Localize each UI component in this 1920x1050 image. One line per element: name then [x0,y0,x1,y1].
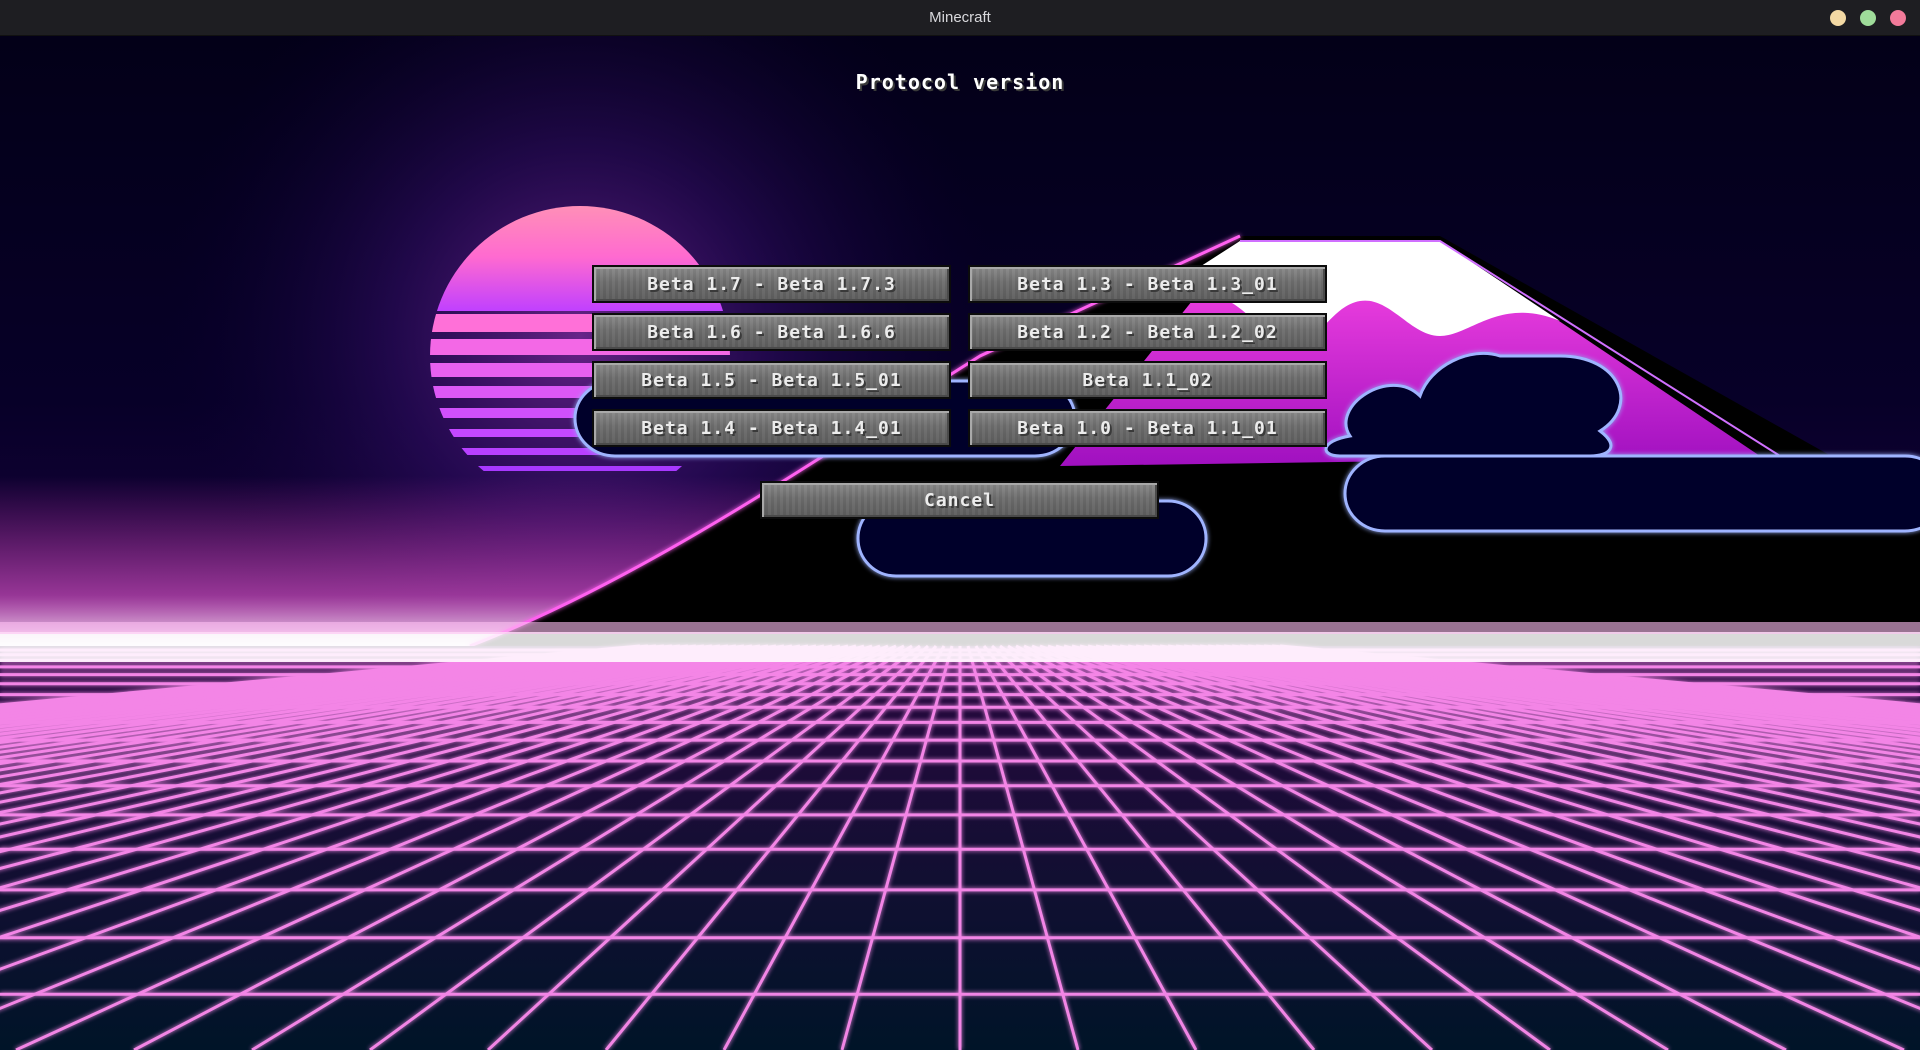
window-controls [1830,10,1906,26]
version-button-beta-1-3[interactable]: Beta 1.3 - Beta 1.3_01 [968,265,1327,303]
synthwave-background [0,36,1920,1050]
version-button-beta-1-4[interactable]: Beta 1.4 - Beta 1.4_01 [592,409,951,447]
window-titlebar[interactable]: Minecraft [0,0,1920,36]
close-button[interactable] [1890,10,1906,26]
minecraft-window: Minecraft Protocol version Beta 1.7 - Be… [0,0,1920,1050]
version-button-beta-1-2[interactable]: Beta 1.2 - Beta 1.2_02 [968,313,1327,351]
version-button-beta-1-0[interactable]: Beta 1.0 - Beta 1.1_01 [968,409,1327,447]
cancel-button[interactable]: Cancel [760,481,1159,519]
window-title: Minecraft [929,9,991,26]
screen-title: Protocol version [855,70,1065,94]
version-button-beta-1-6[interactable]: Beta 1.6 - Beta 1.6.6 [592,313,951,351]
version-button-beta-1-7[interactable]: Beta 1.7 - Beta 1.7.3 [592,265,951,303]
maximize-button[interactable] [1860,10,1876,26]
game-viewport: Protocol version Beta 1.7 - Beta 1.7.3 B… [0,36,1920,1050]
version-button-beta-1-1-02[interactable]: Beta 1.1_02 [968,361,1327,399]
version-button-beta-1-5[interactable]: Beta 1.5 - Beta 1.5_01 [592,361,951,399]
minimize-button[interactable] [1830,10,1846,26]
